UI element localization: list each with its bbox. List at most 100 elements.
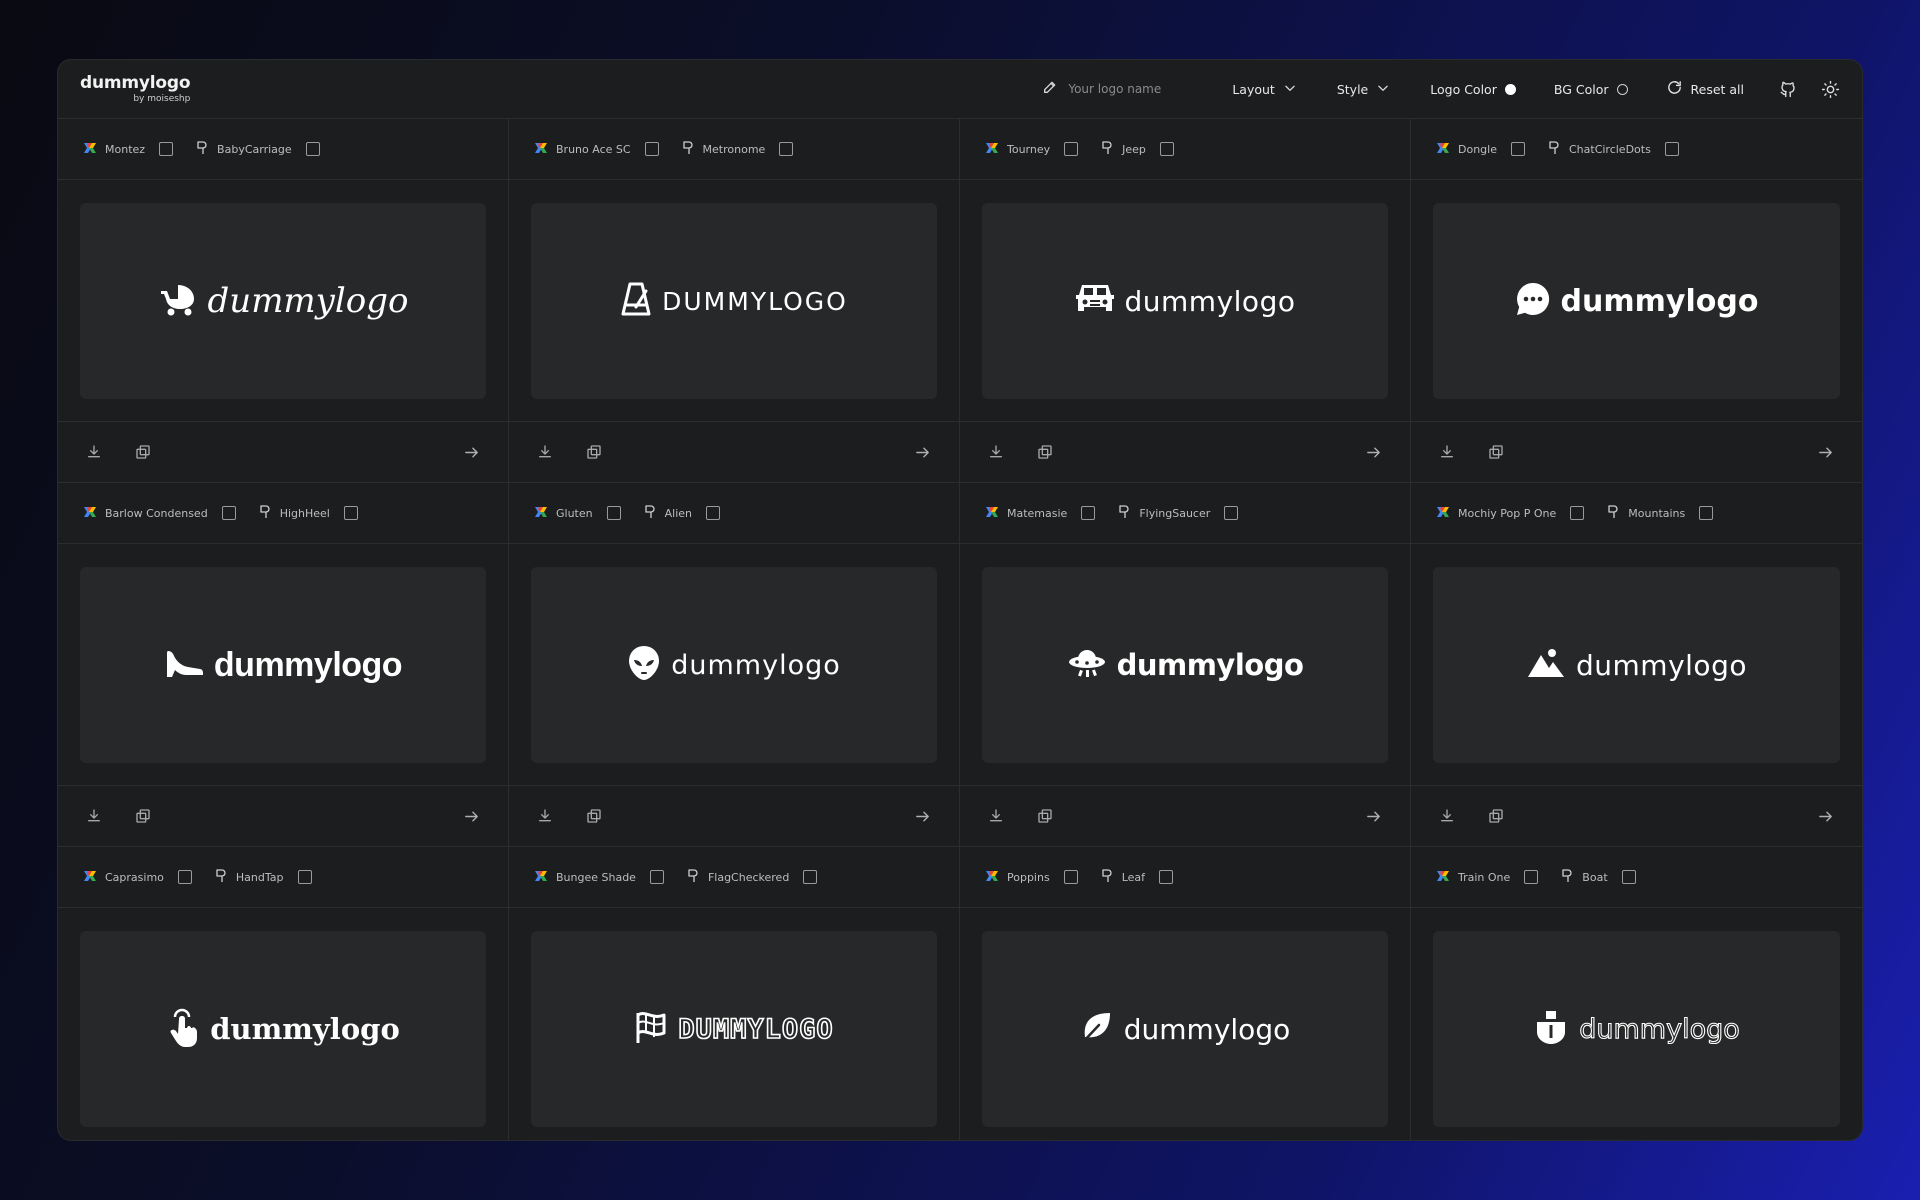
logo-preview[interactable]: dummylogo — [1433, 203, 1840, 399]
logo-preview[interactable]: dummylogo — [1433, 931, 1840, 1127]
alien-icon — [627, 644, 661, 686]
font-lock-checkbox[interactable] — [177, 870, 192, 884]
font-lock-checkbox[interactable] — [221, 506, 236, 520]
github-icon[interactable] — [1778, 79, 1798, 99]
font-lock-checkbox[interactable] — [1064, 142, 1079, 156]
arrow-right-icon[interactable] — [1817, 444, 1834, 461]
copy-icon[interactable] — [586, 444, 602, 460]
icon-lock-checkbox[interactable] — [297, 870, 312, 884]
logo-text: dummylogo — [213, 645, 403, 684]
logo-preview[interactable]: dummylogo — [80, 203, 486, 399]
icon-lock-checkbox[interactable] — [1159, 142, 1174, 156]
copy-icon[interactable] — [135, 808, 151, 824]
layout-label: Layout — [1232, 81, 1275, 97]
card-actions — [58, 422, 508, 482]
font-lock-checkbox[interactable] — [1081, 506, 1096, 520]
logo-preview[interactable]: dummylogo — [80, 567, 486, 763]
font-lock-checkbox[interactable] — [644, 142, 659, 156]
brand[interactable]: dummylogo by moiseshp — [80, 74, 191, 104]
logo-preview[interactable]: dummylogo — [531, 931, 937, 1127]
google-fonts-icon — [83, 869, 97, 886]
icon-lock-checkbox[interactable] — [1621, 870, 1636, 884]
arrow-right-icon[interactable] — [1365, 808, 1382, 825]
preview-area: dummylogo — [58, 908, 508, 1140]
google-fonts-icon — [1436, 505, 1450, 522]
font-name: Barlow Condensed — [105, 506, 208, 520]
icon-lock-checkbox[interactable] — [706, 506, 720, 520]
logo-color-label: Logo Color — [1430, 81, 1497, 97]
icon-option: Alien — [643, 504, 720, 522]
style-dropdown[interactable]: Style — [1337, 81, 1390, 98]
copy-icon[interactable] — [1488, 808, 1504, 824]
icon-lock-checkbox[interactable] — [1699, 506, 1714, 520]
font-lock-checkbox[interactable] — [1063, 870, 1078, 884]
logo-card: Train One Boat dummylogo — [1411, 847, 1862, 1140]
font-name: Dongle — [1458, 142, 1497, 156]
font-lock-checkbox[interactable] — [1510, 142, 1525, 156]
sun-icon[interactable] — [1820, 79, 1840, 99]
download-icon[interactable] — [537, 808, 553, 824]
download-icon[interactable] — [86, 808, 102, 824]
logo-preview[interactable]: dummylogo — [982, 203, 1388, 399]
logo-preview[interactable]: dummylogo — [531, 567, 937, 763]
logo-name-field[interactable] — [1042, 79, 1212, 99]
logo-preview[interactable]: dummylogo — [982, 567, 1388, 763]
download-icon[interactable] — [86, 444, 102, 460]
download-icon[interactable] — [1439, 444, 1455, 460]
copy-icon[interactable] — [135, 444, 151, 460]
layout-dropdown[interactable]: Layout — [1232, 81, 1297, 98]
logo-text: dummylogo — [1576, 648, 1747, 682]
font-lock-checkbox[interactable] — [1524, 870, 1539, 884]
font-name: Bungee Shade — [556, 870, 636, 884]
icon-lock-checkbox[interactable] — [305, 142, 320, 156]
logo-preview[interactable]: dummylogo — [531, 203, 937, 399]
arrow-right-icon[interactable] — [463, 444, 480, 461]
icon-lock-checkbox[interactable] — [803, 870, 818, 884]
icon-option: Leaf — [1100, 868, 1174, 886]
arrow-right-icon[interactable] — [1365, 444, 1382, 461]
download-icon[interactable] — [988, 444, 1004, 460]
icon-name: HighHeel — [279, 506, 330, 520]
arrow-right-icon[interactable] — [914, 444, 931, 461]
logo-preview[interactable]: dummylogo — [1433, 567, 1840, 763]
logo-color-picker[interactable]: Logo Color — [1430, 82, 1516, 97]
font-name: Tourney — [1007, 142, 1051, 156]
copy-icon[interactable] — [586, 808, 602, 824]
font-option: Bruno Ace SC — [534, 141, 659, 158]
bg-color-picker[interactable]: BG Color — [1554, 82, 1628, 97]
copy-icon[interactable] — [1037, 808, 1053, 824]
download-icon[interactable] — [537, 444, 553, 460]
logo-preview[interactable]: dummylogo — [80, 931, 486, 1127]
logo-text: dummylogo — [210, 1012, 400, 1046]
logo-card: Barlow Condensed HighHeel dummylogo — [58, 483, 509, 847]
font-lock-checkbox[interactable] — [649, 870, 664, 884]
boat-icon — [1533, 1008, 1569, 1050]
font-name: Caprasimo — [105, 870, 164, 884]
logo-preview[interactable]: dummylogo — [982, 931, 1388, 1127]
arrow-right-icon[interactable] — [1817, 808, 1834, 825]
icon-lock-checkbox[interactable] — [1664, 142, 1679, 156]
google-fonts-icon — [985, 869, 999, 886]
logo-name-input[interactable] — [1068, 82, 1199, 96]
arrow-right-icon[interactable] — [914, 808, 931, 825]
logo-color-swatch — [1504, 83, 1516, 95]
phosphor-icon — [214, 868, 228, 886]
icon-lock-checkbox[interactable] — [779, 142, 794, 156]
download-icon[interactable] — [988, 808, 1004, 824]
copy-icon[interactable] — [1037, 444, 1053, 460]
icon-lock-checkbox[interactable] — [1159, 870, 1174, 884]
icon-lock-checkbox[interactable] — [343, 506, 358, 520]
icon-option: HandTap — [214, 868, 312, 886]
font-lock-checkbox[interactable] — [1570, 506, 1585, 520]
icon-lock-checkbox[interactable] — [1224, 506, 1239, 520]
font-lock-checkbox[interactable] — [159, 142, 174, 156]
font-option: Caprasimo — [83, 869, 192, 886]
font-lock-checkbox[interactable] — [606, 506, 621, 520]
reset-all-button[interactable]: Reset all — [1666, 79, 1744, 99]
phosphor-icon — [195, 140, 209, 158]
download-icon[interactable] — [1439, 808, 1455, 824]
copy-icon[interactable] — [1488, 444, 1504, 460]
logo-card: Bungee Shade FlagCheckered dummylogo — [509, 847, 960, 1140]
arrow-right-icon[interactable] — [463, 808, 480, 825]
font-name: Montez — [105, 142, 146, 156]
